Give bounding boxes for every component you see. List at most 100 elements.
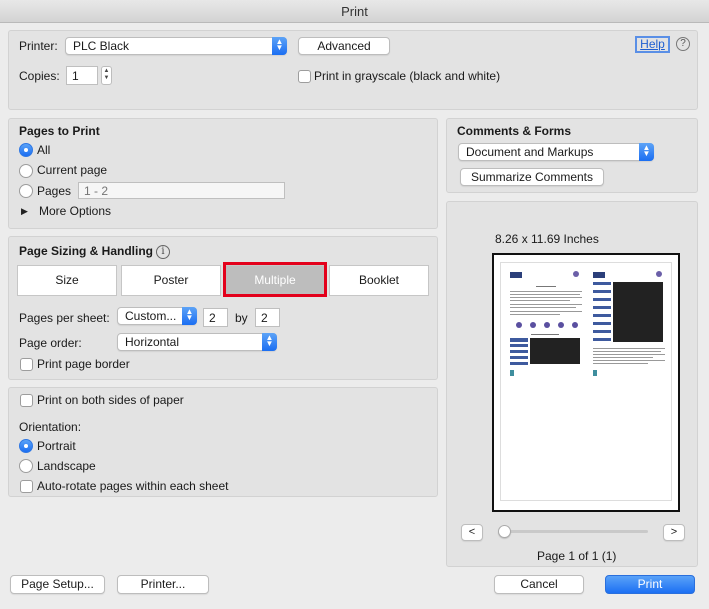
tab-poster[interactable]: Poster	[121, 265, 221, 296]
copies-field[interactable]	[66, 66, 98, 85]
print-dialog: Print Printer: PLC Black ▲ ▼ Advanced Hel…	[0, 0, 709, 609]
advanced-button[interactable]: Advanced	[298, 37, 390, 55]
pages-range-label: Pages	[37, 184, 72, 198]
page-slider-knob[interactable]	[498, 525, 511, 538]
preview-sheet-right	[589, 268, 669, 383]
pages-per-sheet-value: Custom...	[125, 309, 177, 323]
page-setup-button[interactable]: Page Setup...	[10, 575, 105, 594]
thumb-table-header	[593, 282, 611, 285]
cancel-button[interactable]: Cancel	[494, 575, 584, 594]
portrait-radio[interactable]	[19, 439, 33, 453]
help-link[interactable]: Help	[635, 36, 670, 53]
print-border-label: Print page border	[37, 357, 130, 371]
thumb-table-row	[510, 344, 528, 347]
thumb-line	[510, 291, 582, 292]
both-sides-checkbox[interactable]	[20, 394, 33, 407]
thumb-table-header	[510, 338, 528, 342]
pages-per-sheet-label: Pages per sheet:	[19, 311, 110, 325]
landscape-label: Landscape	[37, 459, 96, 473]
thumb-table-row	[593, 290, 611, 293]
both-sides-label: Print on both sides of paper	[37, 393, 184, 407]
thumb-dot	[530, 322, 536, 328]
page-slider-track[interactable]	[500, 530, 648, 533]
preview-page	[500, 262, 672, 501]
thumb-line	[510, 300, 570, 301]
portrait-label: Portrait	[37, 439, 76, 453]
pages-per-sheet-select[interactable]: Custom... ▲ ▼	[117, 307, 197, 325]
print-border-checkbox[interactable]	[20, 358, 33, 371]
thumb-line	[593, 354, 665, 355]
thumb-table-row	[593, 298, 611, 301]
copies-label: Copies:	[19, 69, 60, 83]
thumb-line	[510, 304, 582, 305]
auto-rotate-label: Auto-rotate pages within each sheet	[37, 479, 229, 493]
preview-sheet-left	[506, 268, 586, 383]
printer-label: Printer:	[19, 39, 58, 53]
comments-forms-value: Document and Markups	[466, 145, 594, 159]
thumb-dot	[516, 322, 522, 328]
pages-all-label: All	[37, 143, 51, 157]
thumb-line	[531, 334, 559, 335]
thumb-table-row	[510, 350, 528, 353]
current-page-label: Current page	[37, 163, 108, 177]
page-sizing-title: Page Sizing & Handling	[19, 244, 154, 258]
disclosure-triangle-icon[interactable]: ▶	[21, 206, 28, 217]
tab-size[interactable]: Size	[17, 265, 117, 296]
tab-booklet[interactable]: Booklet	[329, 265, 429, 296]
rows-input[interactable]	[256, 309, 279, 326]
thumb-dot	[544, 322, 550, 328]
info-icon[interactable]: i	[156, 245, 170, 259]
comments-forms-select[interactable]: Document and Markups ▲ ▼	[458, 143, 654, 161]
pages-to-print-title: Pages to Print	[19, 124, 100, 138]
more-options-label[interactable]: More Options	[39, 204, 111, 218]
columns-field[interactable]	[203, 308, 228, 327]
auto-rotate-checkbox[interactable]	[20, 480, 33, 493]
thumb-line	[593, 357, 653, 358]
by-label: by	[235, 311, 248, 325]
printer-select[interactable]: PLC Black ▲ ▼	[65, 37, 287, 55]
orientation-label: Orientation:	[19, 420, 82, 434]
thumb-table-row	[510, 362, 528, 365]
page-status: Page 1 of 1 (1)	[537, 549, 617, 563]
print-button[interactable]: Print	[605, 575, 695, 594]
pages-range-radio[interactable]	[19, 184, 33, 198]
grayscale-checkbox[interactable]	[298, 70, 311, 83]
rows-field[interactable]	[255, 308, 280, 327]
popup-arrows-icon: ▲ ▼	[272, 37, 287, 55]
tab-multiple[interactable]: Multiple	[225, 265, 325, 296]
paper-size-label: 8.26 x 11.69 Inches	[495, 232, 599, 246]
page-order-select[interactable]: Horizontal ▲ ▼	[117, 333, 277, 351]
thumb-logo	[593, 272, 605, 278]
thumb-dot	[558, 322, 564, 328]
current-page-radio[interactable]	[19, 164, 33, 178]
thumb-dot	[572, 322, 578, 328]
printer-select-value: PLC Black	[73, 39, 130, 53]
pages-range-field[interactable]	[78, 182, 285, 199]
comments-forms-title: Comments & Forms	[457, 124, 572, 138]
thumb-table-row	[510, 356, 528, 359]
help-link-text: Help	[640, 37, 665, 51]
next-page-button[interactable]: >	[663, 524, 685, 541]
thumb-table-row	[593, 322, 611, 325]
prev-page-button[interactable]: <	[461, 524, 483, 541]
thumb-seal-icon	[573, 271, 579, 277]
pages-range-input[interactable]	[79, 183, 284, 198]
copies-stepper[interactable]: ▲ ▼	[101, 66, 112, 85]
printer-button[interactable]: Printer...	[117, 575, 209, 594]
summarize-comments-button[interactable]: Summarize Comments	[460, 168, 604, 186]
popup-arrows-icon: ▲ ▼	[262, 333, 277, 351]
thumb-table-row	[593, 330, 611, 333]
help-icon[interactable]: ?	[676, 37, 690, 51]
columns-input[interactable]	[204, 309, 227, 326]
thumb-seal-icon	[656, 271, 662, 277]
thumb-line	[593, 363, 648, 364]
thumb-line	[536, 286, 556, 287]
thumb-line	[593, 348, 665, 349]
thumb-icon	[593, 370, 597, 376]
window-title: Print	[0, 0, 709, 23]
thumb-line	[510, 311, 582, 312]
pages-all-radio[interactable]	[19, 143, 33, 157]
landscape-radio[interactable]	[19, 459, 33, 473]
popup-arrows-icon: ▲ ▼	[639, 143, 654, 161]
copies-input[interactable]	[67, 67, 97, 84]
